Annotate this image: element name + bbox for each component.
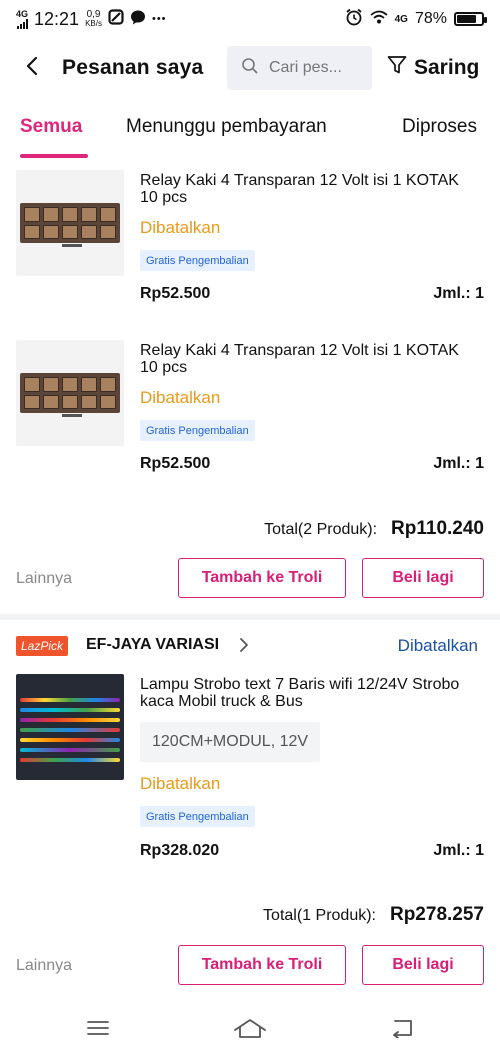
- active-tab-indicator: [20, 154, 88, 158]
- add-to-cart-button[interactable]: Tambah ke Troli: [178, 945, 346, 985]
- menu-icon[interactable]: [78, 1012, 118, 1044]
- chevron-left-icon: [25, 56, 39, 81]
- order-item[interactable]: Lampu Strobo text 7 Baris wifi 12/24V St…: [0, 674, 500, 874]
- header: Pesanan saya Saring: [0, 44, 500, 92]
- add-to-cart-button[interactable]: Tambah ke Troli: [178, 558, 346, 598]
- variant-chip: 120CM+MODUL, 12V: [140, 722, 321, 762]
- status-left: 4G 12:21 0,9 KB/s •••: [16, 9, 167, 30]
- status-right: 4G 78%: [345, 8, 487, 31]
- search-icon: [241, 57, 259, 80]
- item-price: Rp328.020: [140, 842, 220, 859]
- buy-again-button[interactable]: Beli lagi: [362, 558, 484, 598]
- item-status: Dibatalkan: [140, 388, 221, 407]
- product-title: Lampu Strobo text 7 Baris wifi 12/24V St…: [140, 676, 460, 710]
- order-item[interactable]: Relay Kaki 4 Transparan 12 Volt isi 1 KO…: [0, 340, 500, 490]
- item-status: Dibatalkan: [140, 218, 221, 237]
- search-input[interactable]: [269, 59, 357, 77]
- speed-value: 0,9: [86, 9, 101, 20]
- gallery-notification-icon: [108, 8, 124, 30]
- search-box[interactable]: [227, 46, 372, 90]
- total-label: Total(1 Produk):: [263, 907, 376, 924]
- order-total: Total(1 Produk): Rp278.257: [263, 904, 484, 926]
- filter-label: Saring: [414, 56, 480, 79]
- battery-icon: [454, 12, 487, 26]
- network-type: 4G: [16, 8, 29, 19]
- more-notifications-indicator: •••: [151, 13, 167, 25]
- mobile-data-indicator: 4G: [394, 13, 408, 25]
- total-label: Total(2 Produk):: [264, 521, 378, 538]
- tab-menunggu-pembayaran[interactable]: Menunggu pembayaran: [126, 116, 327, 138]
- system-navigation-bar: [0, 1004, 500, 1052]
- network-speed: 0,9 KB/s: [85, 9, 102, 29]
- home-icon[interactable]: [230, 1012, 270, 1044]
- store-header[interactable]: LazPick EF-JAYA VARIASI Dibatalkan: [0, 632, 500, 662]
- order-item[interactable]: Relay Kaki 4 Transparan 12 Volt isi 1 KO…: [0, 170, 500, 320]
- tab-diproses[interactable]: Diproses: [402, 116, 477, 138]
- clock-time: 12:21: [34, 8, 80, 29]
- lazpick-badge: LazPick: [16, 636, 69, 656]
- filter-funnel-icon: [386, 54, 408, 82]
- order-status: Dibatalkan: [397, 636, 478, 655]
- product-image: [16, 170, 124, 276]
- section-divider: [0, 614, 500, 620]
- free-return-badge: Gratis Pengembalian: [140, 806, 255, 827]
- alarm-icon: [345, 8, 363, 31]
- more-options-link[interactable]: Lainnya: [16, 957, 72, 975]
- item-quantity: Jml.: 1: [433, 455, 484, 472]
- buy-again-button[interactable]: Beli lagi: [362, 945, 484, 985]
- chevron-right-icon: [238, 636, 250, 659]
- item-status: Dibatalkan: [140, 774, 221, 793]
- back-icon[interactable]: [382, 1012, 422, 1044]
- tab-semua[interactable]: Semua: [20, 116, 82, 138]
- product-image: [16, 340, 124, 446]
- total-value: Rp110.240: [391, 518, 484, 539]
- item-quantity: Jml.: 1: [433, 285, 484, 302]
- filter-button[interactable]: Saring: [386, 50, 479, 86]
- back-button[interactable]: [14, 50, 50, 86]
- product-image: [16, 674, 124, 780]
- wifi-icon: [370, 10, 388, 29]
- total-value: Rp278.257: [389, 904, 484, 925]
- free-return-badge: Gratis Pengembalian: [140, 420, 255, 441]
- item-quantity: Jml.: 1: [433, 842, 484, 859]
- chat-notification-icon: [130, 9, 146, 30]
- status-bar: 4G 12:21 0,9 KB/s ••• 4G 78%: [0, 0, 500, 38]
- item-price: Rp52.500: [140, 455, 211, 472]
- speed-unit: KB/s: [85, 19, 102, 28]
- product-title: Relay Kaki 4 Transparan 12 Volt isi 1 KO…: [140, 172, 459, 206]
- battery-percentage: 78%: [414, 10, 447, 27]
- free-return-badge: Gratis Pengembalian: [140, 250, 255, 271]
- item-price: Rp52.500: [140, 285, 211, 302]
- store-name: EF-JAYA VARIASI: [86, 636, 220, 653]
- battery-level: [457, 15, 476, 23]
- product-title: Relay Kaki 4 Transparan 12 Volt isi 1 KO…: [140, 342, 459, 376]
- signal-icon: 4G: [16, 8, 29, 29]
- order-total: Total(2 Produk): Rp110.240: [264, 518, 484, 540]
- order-tabs: Semua Menunggu pembayaran Diproses: [0, 108, 500, 160]
- page-title: Pesanan saya: [62, 56, 204, 79]
- more-options-link[interactable]: Lainnya: [16, 570, 72, 588]
